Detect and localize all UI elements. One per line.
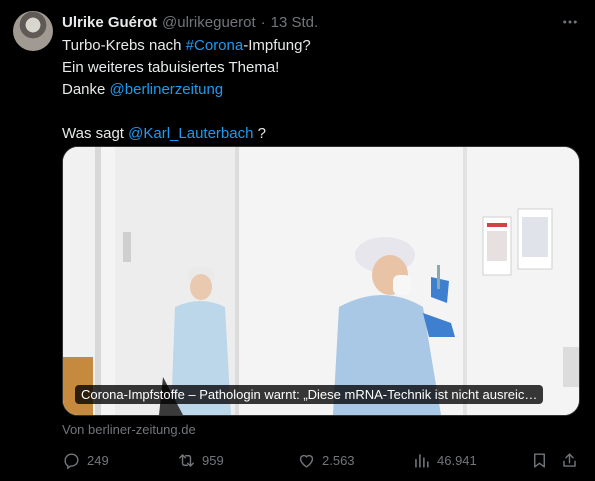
retweet-button[interactable]: 959 — [177, 448, 224, 472]
action-bar: 249 959 2.563 46.941 — [62, 448, 582, 472]
reply-count: 249 — [87, 452, 109, 468]
mention-karl-lauterbach[interactable]: @Karl_Lauterbach — [128, 125, 253, 142]
tweet-line-3: Danke @berlinerzeitung — [62, 79, 577, 101]
more-icon — [563, 20, 577, 24]
retweet-icon — [179, 453, 194, 467]
views-button[interactable]: 46.941 — [412, 448, 477, 472]
mention-berlinerzeitung[interactable]: @berlinerzeitung — [110, 81, 224, 98]
card-source[interactable]: Von berliner-zeitung.de — [62, 422, 196, 437]
tweet-text: Turbo-Krebs nach #Corona-Impfung? Ein we… — [62, 35, 577, 145]
tweet-line-4: Was sagt @Karl_Lauterbach ? — [62, 123, 577, 145]
retweet-count: 959 — [202, 452, 224, 468]
like-count: 2.563 — [322, 452, 355, 468]
reply-button[interactable]: 249 — [62, 448, 109, 472]
views-icon — [415, 453, 429, 468]
bookmark-button[interactable] — [530, 448, 549, 472]
author-handle[interactable]: @ulrikeguerot — [162, 14, 256, 31]
share-button[interactable] — [560, 448, 579, 472]
tweet-line-1: Turbo-Krebs nach #Corona-Impfung? — [62, 35, 577, 57]
text-fragment: ? — [253, 125, 266, 142]
separator-dot: · — [260, 13, 266, 31]
reply-icon — [64, 452, 79, 469]
view-count: 46.941 — [437, 452, 477, 468]
card-image — [63, 147, 579, 415]
bookmark-icon — [534, 452, 545, 468]
like-icon — [299, 454, 314, 468]
text-fragment: Danke — [62, 81, 110, 98]
avatar[interactable] — [13, 11, 53, 51]
text-fragment: Was sagt — [62, 125, 129, 142]
text-fragment: Turbo-Krebs nach — [62, 37, 186, 54]
tweet-line-2: Ein weiteres tabuisiertes Thema! — [62, 59, 280, 76]
like-button[interactable]: 2.563 — [297, 448, 355, 472]
tweet-header: Ulrike Guérot @ulrikeguerot · 13 Std. — [62, 12, 318, 32]
share-icon — [563, 452, 576, 467]
card-caption[interactable]: Corona-Impfstoffe – Pathologin warnt: „D… — [75, 385, 544, 404]
timestamp[interactable]: 13 Std. — [271, 14, 319, 31]
link-card[interactable]: Corona-Impfstoffe – Pathologin warnt: „D… — [62, 146, 580, 416]
text-fragment: -Impfung? — [243, 37, 311, 54]
author-name[interactable]: Ulrike Guérot — [62, 14, 157, 31]
hashtag-corona[interactable]: #Corona — [186, 37, 244, 54]
more-options-button[interactable] — [559, 12, 581, 32]
tweet: Ulrike Guérot @ulrikeguerot · 13 Std. Tu… — [0, 0, 595, 481]
